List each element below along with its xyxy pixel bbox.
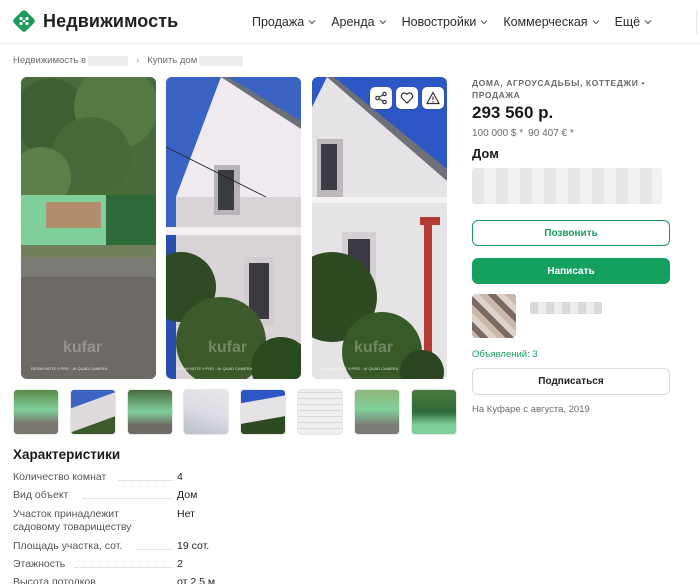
gallery-photo-2[interactable]: kufar REDMI NOTE 9 PRO · AI QUAD CAMERA — [166, 77, 301, 379]
listing-price: 293 560 р. — [472, 103, 554, 122]
nav-rent[interactable]: Аренда — [331, 15, 386, 29]
char-value: Дом — [177, 489, 198, 501]
char-row: Вид объект Дом — [13, 489, 233, 502]
price-usd: 100 000 $ * — [472, 128, 524, 139]
write-button[interactable]: Написать — [472, 258, 670, 284]
seller-ads-count[interactable]: Объявлений: 3 — [472, 349, 538, 360]
breadcrumb-blurred-location — [199, 55, 244, 66]
char-row: Высота потолков от 2,5 м — [13, 576, 233, 584]
top-header: Недвижимость Продажа Аренда Новостройки … — [0, 0, 700, 44]
char-value: Нет — [177, 508, 195, 520]
dotted-leader — [83, 498, 173, 499]
chevron-down-icon — [480, 20, 488, 25]
listing-category: ДОМА, АГРОУСАДЬБЫ, КОТТЕДЖИ • ПРОДАЖА — [472, 78, 645, 100]
report-button[interactable] — [422, 87, 444, 109]
watermark-text: kufar — [63, 339, 103, 356]
watermark-text: kufar — [208, 339, 248, 356]
price-eur: 90 407 € * — [528, 128, 574, 139]
avatar — [472, 294, 516, 338]
chevron-down-icon — [379, 20, 386, 25]
thumbnail-strip — [13, 389, 467, 435]
call-button[interactable]: Позвонить — [472, 220, 670, 246]
thumbnail[interactable] — [410, 389, 457, 435]
gallery-photo-3[interactable]: kufar REDMI NOTE 9 PRO · AI QUAD CAMERA — [312, 77, 447, 379]
char-key: Площадь участка, сот. — [13, 540, 123, 552]
photo-camera-tag: REDMI NOTE 9 PRO · AI QUAD CAMERA — [176, 366, 253, 371]
nav-rent-label: Аренда — [331, 15, 375, 29]
breadcrumb: Недвижимость в › Купить дом — [13, 55, 247, 66]
nav-commercial-label: Коммерческая — [503, 15, 588, 29]
breadcrumb-blurred-city — [88, 55, 129, 66]
brand-name: Недвижимость — [43, 10, 179, 31]
breadcrumb-item-realty[interactable]: Недвижимость в — [13, 55, 86, 66]
thumbnail[interactable] — [183, 389, 230, 435]
header-divider — [696, 10, 700, 34]
dotted-leader — [137, 549, 173, 550]
nav-new-buildings-label: Новостройки — [401, 15, 477, 29]
char-row: Площадь участка, сот. 19 сот. — [13, 540, 233, 553]
chevron-down-icon — [644, 20, 652, 25]
listing-title: Дом — [472, 146, 499, 161]
char-value: от 2,5 м — [177, 576, 216, 584]
favorite-button[interactable] — [396, 87, 418, 109]
char-row: Участок принадлежит садовому товариществ… — [13, 508, 233, 534]
nav-sale-label: Продажа — [252, 15, 305, 29]
char-key: Участок принадлежит садовому товариществ… — [13, 508, 132, 533]
seller-since: На Куфаре с августа, 2019 — [472, 404, 590, 415]
share-icon — [375, 91, 387, 105]
nav-new-buildings[interactable]: Новостройки — [402, 15, 489, 29]
char-key: Вид объект — [13, 489, 69, 501]
heart-icon — [400, 92, 414, 104]
char-value: 4 — [177, 471, 183, 483]
seller-info[interactable] — [472, 294, 602, 338]
char-value: 19 сот. — [177, 540, 210, 552]
subscribe-button[interactable]: Подписаться — [472, 368, 670, 395]
nav-more[interactable]: Ещё — [615, 15, 653, 29]
watermark-text: kufar — [354, 339, 394, 356]
photo-camera-tag: REDMI NOTE 9 PRO · AI QUAD CAMERA — [31, 366, 108, 371]
dotted-leader — [75, 567, 173, 568]
main-nav: Продажа Аренда Новостройки Коммерческая … — [252, 15, 667, 29]
brand-logo[interactable]: Недвижимость — [12, 9, 178, 33]
logo-icon — [12, 9, 36, 33]
chevron-down-icon — [308, 20, 316, 25]
thumbnail[interactable] — [353, 389, 400, 435]
warning-icon — [426, 91, 440, 105]
thumbnail[interactable] — [69, 389, 116, 435]
nav-more-label: Ещё — [614, 15, 641, 29]
nav-sale[interactable]: Продажа — [252, 15, 316, 29]
thumbnail[interactable] — [240, 389, 287, 435]
blurred-seller-name — [530, 302, 602, 314]
char-row: Количество комнат 4 — [13, 471, 233, 484]
dotted-leader — [119, 480, 173, 481]
share-button[interactable] — [370, 87, 392, 109]
nav-commercial[interactable]: Коммерческая — [503, 15, 599, 29]
characteristics-title: Характеристики — [13, 447, 121, 462]
char-row: Этажность 2 — [13, 558, 233, 571]
breadcrumb-item-buy-house[interactable]: Купить дом — [147, 55, 197, 66]
char-value: 2 — [177, 558, 183, 570]
chevron-right-icon: › — [136, 55, 140, 66]
char-key: Количество комнат — [13, 471, 107, 483]
gallery-photo-1[interactable]: kufar REDMI NOTE 9 PRO · AI QUAD CAMERA — [21, 77, 156, 379]
char-key: Высота потолков — [13, 576, 96, 584]
chevron-down-icon — [592, 20, 599, 25]
photo-camera-tag: REDMI NOTE 9 PRO · AI QUAD CAMERA — [322, 366, 399, 371]
thumbnail[interactable] — [296, 389, 343, 435]
blurred-address — [472, 168, 662, 204]
thumbnail[interactable] — [13, 389, 59, 435]
thumbnail[interactable] — [126, 389, 173, 435]
char-key: Этажность — [13, 558, 66, 570]
photo-actions — [370, 87, 448, 109]
alt-prices: 100 000 $ * 90 407 € * — [472, 128, 579, 139]
